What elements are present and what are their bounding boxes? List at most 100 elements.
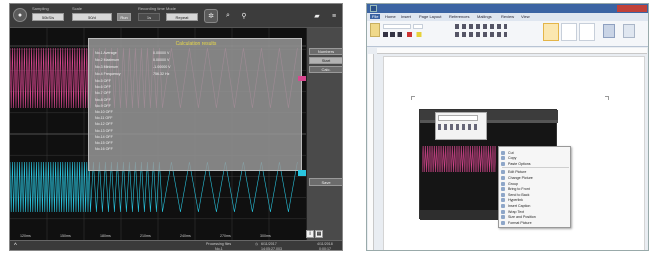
menu-item-icon [501, 220, 505, 225]
tab-page-layout[interactable]: Page Layout [419, 14, 441, 19]
scope-status-bar: ^ Processing files No.1 ◷ 6/11/2017 14:0… [10, 240, 342, 251]
scope-side-panel: Numbers Start Calc. Save [306, 28, 342, 240]
chevron-up-icon[interactable]: ^ [14, 243, 17, 249]
change-styles-icon[interactable] [603, 24, 615, 38]
calc-row-value: 0.00000 V [153, 58, 170, 62]
processing-sub: No.1 [215, 247, 223, 251]
menu-item-label: Format Picture [508, 220, 532, 225]
alignment-buttons[interactable] [455, 32, 507, 37]
mode-select[interactable]: Repeat [166, 13, 198, 21]
calc-row-label: No.7 OFF [95, 91, 111, 96]
save-button[interactable]: Save [309, 178, 342, 186]
ribbon-home [367, 21, 648, 47]
font-size-select[interactable] [413, 24, 423, 29]
calc-row-value: 0.00000 V [153, 51, 170, 55]
mini-trace [422, 145, 496, 173]
ch2-marker[interactable] [298, 170, 306, 176]
calc-row-label: No.12 OFF [95, 122, 113, 127]
ribbon-tabs: File Home Insert Page Layout References … [367, 13, 648, 21]
calc-row-label: No.8 OFF [95, 97, 111, 102]
calc-button[interactable]: Calc. [309, 66, 342, 73]
menu-icon[interactable]: ≡ [327, 9, 341, 23]
window-controls[interactable] [617, 5, 647, 12]
style-heading-1[interactable] [579, 23, 595, 41]
editing-icon[interactable] [623, 24, 635, 38]
scope-toolbar: ● Sampling 50kS/s Scale 50/d Run Recordi… [10, 4, 342, 28]
menu-separator [502, 166, 569, 168]
mini-font-field[interactable] [438, 115, 478, 121]
calc-row-label: No.6 OFF [95, 85, 111, 90]
sampling-label: Sampling [32, 6, 49, 11]
style-normal[interactable] [543, 23, 559, 41]
calc-row-label: No.16 OFF [95, 147, 113, 152]
tab-references[interactable]: References [449, 14, 469, 19]
processing-label: Processing files [206, 242, 232, 246]
calculation-results-panel: Calculation results No.1 Average 0.00000 … [88, 38, 302, 171]
style-no-spacing[interactable] [561, 23, 577, 41]
calc-row-label: No.9 OFF [95, 103, 111, 108]
time-tick-label: 240ms [180, 234, 191, 238]
time-tick-label: 180ms [100, 234, 111, 238]
vertical-ruler [368, 54, 374, 250]
calc-row-label: No.1 Average [95, 51, 117, 55]
sampling-field[interactable]: 50kS/s [32, 13, 64, 21]
gear-icon[interactable]: ✲ [204, 9, 218, 23]
ch1-marker[interactable] [298, 76, 306, 81]
scale-field[interactable]: 50/d [72, 13, 112, 21]
right-time: 0:00:17 [319, 247, 331, 251]
info-icon[interactable]: i [306, 230, 314, 238]
calc-row-value: 756.32 Hz [153, 72, 170, 76]
paste-icon[interactable] [370, 23, 380, 37]
calc-row-value: -1.00000 V [153, 65, 171, 69]
tab-insert[interactable]: Insert [401, 14, 411, 19]
calc-title: Calculation results [175, 41, 217, 47]
font-format-buttons[interactable] [383, 32, 443, 37]
calc-row-label: No.15 OFF [95, 141, 113, 145]
mini-format-buttons[interactable] [438, 124, 478, 130]
calc-row-label: No.14 OFF [95, 134, 113, 139]
numbers-button[interactable]: Numbers [309, 48, 342, 55]
tab-review[interactable]: Review [501, 14, 514, 19]
recording-time-field[interactable]: 1s [138, 13, 160, 21]
mini-toolbar[interactable] [435, 112, 487, 140]
mode-label: Mode [166, 6, 177, 11]
record-icon[interactable]: ● [13, 8, 27, 22]
word-icon [370, 5, 377, 12]
tab-file[interactable]: File [370, 14, 381, 19]
calc-row-label: No.5 OFF [95, 79, 111, 83]
time-axis: 120ms 150ms 180ms 210ms 240ms 270ms 300ms [10, 232, 306, 240]
calc-row-label: No.10 OFF [95, 110, 113, 114]
time-tick-label: 120ms [20, 234, 31, 238]
font-name-select[interactable] [383, 24, 411, 29]
calc-row-label: No.3 Minimum [95, 65, 119, 69]
calc-row-label: No.11 OFF [95, 116, 113, 121]
margin-mark [605, 96, 609, 100]
calc-row-label: No.2 Maximum [95, 58, 120, 62]
magnifier-icon[interactable]: ⌕ [221, 9, 235, 23]
paragraph-buttons[interactable] [455, 24, 507, 29]
grid-icon[interactable]: ▦ [315, 230, 323, 238]
horizontal-ruler [377, 48, 647, 54]
tab-view[interactable]: View [521, 14, 530, 19]
folder-icon[interactable]: ▰ [310, 9, 324, 23]
inserted-waveform [422, 145, 496, 173]
scale-label: Scale [72, 6, 83, 11]
calc-row-label: No.4 Frequency [95, 72, 121, 76]
menu-item-icon [501, 161, 505, 166]
right-date: 4/11/2018 [317, 242, 333, 246]
time-tick-label: 270ms [220, 234, 231, 238]
clock-icon: ◷ [255, 242, 259, 246]
calc-row-label: No.13 OFF [95, 128, 113, 133]
run-button[interactable]: Run [117, 13, 131, 21]
time-text: 14:05:27.003 [261, 247, 282, 251]
tab-mailings[interactable]: Mailings [477, 14, 492, 19]
oscilloscope-screen: ● Sampling 50kS/s Scale 50/d Run Recordi… [9, 3, 343, 251]
date-text: 6/11/2017 [261, 242, 277, 246]
start-button[interactable]: Start [309, 57, 342, 64]
recording-time-label: Recording time [138, 6, 165, 11]
context-menu-item[interactable]: Format Picture [501, 219, 570, 226]
context-menu: Cut Copy Paste Options Edit Picture Change P… [498, 146, 571, 228]
margin-mark [411, 96, 415, 100]
pin-icon[interactable]: ⚲ [237, 9, 251, 23]
tab-home[interactable]: Home [385, 14, 396, 19]
